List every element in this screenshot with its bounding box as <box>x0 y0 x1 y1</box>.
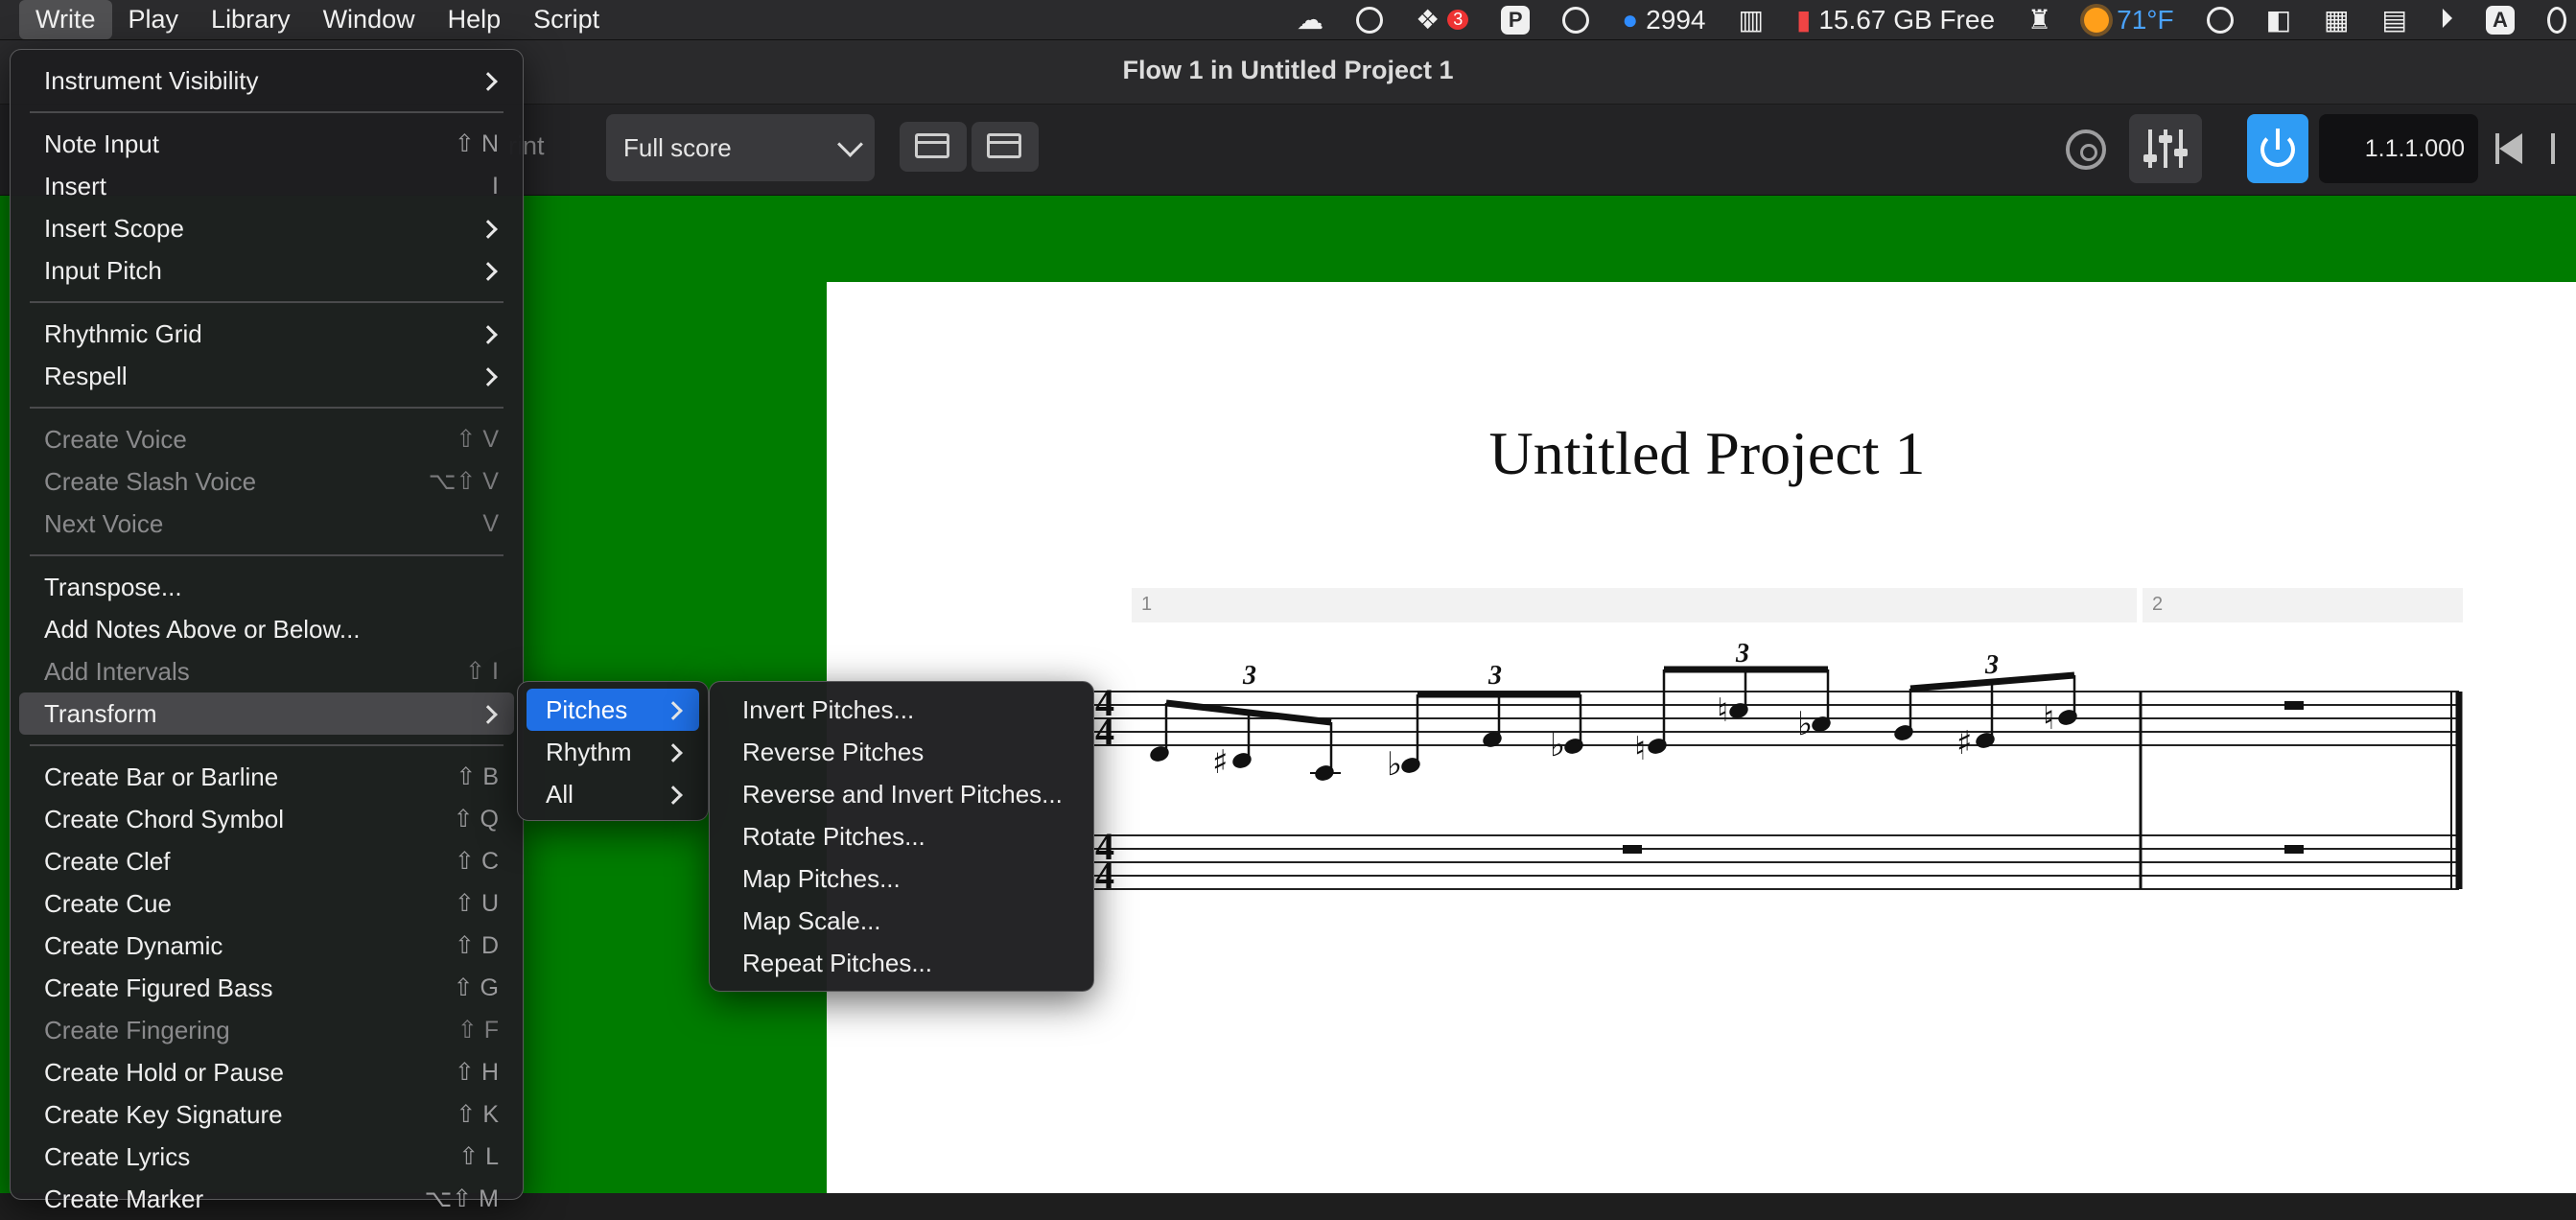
noteheads <box>1150 703 2077 781</box>
svg-text:♯: ♯ <box>1212 743 1228 782</box>
svg-text:♭: ♭ <box>1550 726 1565 764</box>
beams <box>1165 666 2075 726</box>
chevron-right-icon <box>664 786 683 805</box>
chevron-right-icon <box>479 367 498 387</box>
chevron-right-icon <box>479 220 498 239</box>
svg-text:♯: ♯ <box>1956 724 1972 762</box>
chevron-right-icon <box>479 72 498 91</box>
menu-item-create-voice: Create Voice ⇧ V <box>44 425 499 454</box>
svg-text:3: 3 <box>1984 650 1999 680</box>
menu-item-create-key-signature[interactable]: Create Key Signature ⇧ K <box>19 1093 514 1136</box>
svg-text:♮: ♮ <box>2043 699 2054 738</box>
menu-item-transpose[interactable]: Transpose... <box>19 566 514 608</box>
svg-text:♮: ♮ <box>1634 730 1646 768</box>
menu-item-create-slash-voice: Create Slash Voice ⌥⇧ V <box>44 467 499 496</box>
time-signatures: 44 44 <box>1095 681 1114 897</box>
menu-item-next-voice: Next Voice V <box>44 509 499 538</box>
menu-item-create-fingering: Create Fingering ⇧ F <box>44 1016 499 1044</box>
svg-text:3: 3 <box>1735 639 1749 669</box>
svg-text:♭: ♭ <box>1387 745 1402 784</box>
menu-item-invert-pitches[interactable]: Invert Pitches... <box>718 689 1085 731</box>
menu-item-create-chord-symbol[interactable]: Create Chord Symbol ⇧ Q <box>19 798 514 840</box>
menu-item-note-input[interactable]: Note Input ⇧ N <box>19 123 514 165</box>
menu-item-map-scale[interactable]: Map Scale... <box>718 900 1085 942</box>
chevron-right-icon <box>664 701 683 720</box>
menu-item-pitches[interactable]: Pitches <box>527 689 699 731</box>
menu-separator <box>30 407 503 409</box>
menu-item-add-intervals: Add Intervals ⇧ I <box>44 657 499 686</box>
menu-item-create-lyrics[interactable]: Create Lyrics ⇧ L <box>19 1136 514 1178</box>
menu-separator <box>30 301 503 303</box>
menu-item-create-bar[interactable]: Create Bar or Barline ⇧ B <box>19 756 514 798</box>
chevron-right-icon <box>479 325 498 344</box>
menu-item-map-pitches[interactable]: Map Pitches... <box>718 857 1085 900</box>
menu-item-rhythm[interactable]: Rhythm <box>527 731 699 773</box>
chevron-right-icon <box>664 743 683 762</box>
write-menu: Instrument Visibility Note Input ⇧ N Inse… <box>10 49 524 1213</box>
menu-item-all[interactable]: All <box>527 773 699 815</box>
menu-separator <box>30 111 503 113</box>
menu-item-add-notes[interactable]: Add Notes Above or Below... <box>19 608 514 650</box>
menu-item-input-pitch[interactable]: Input Pitch <box>19 249 514 292</box>
svg-text:3: 3 <box>1242 661 1256 691</box>
menu-item-transform[interactable]: Transform <box>19 692 514 735</box>
svg-text:♭: ♭ <box>1797 705 1813 743</box>
menu-item-create-hold[interactable]: Create Hold or Pause ⇧ H <box>19 1051 514 1093</box>
menu-item-create-dynamic[interactable]: Create Dynamic ⇧ D <box>19 925 514 967</box>
menu-item-repeat-pitches[interactable]: Repeat Pitches... <box>718 942 1085 984</box>
menu-item-insert-scope[interactable]: Insert Scope <box>19 207 514 249</box>
menu-item-instrument-visibility[interactable]: Instrument Visibility <box>19 59 514 102</box>
menu-item-create-figured-bass[interactable]: Create Figured Bass ⇧ G <box>19 967 514 1009</box>
svg-text:4: 4 <box>1095 854 1114 897</box>
svg-text:4: 4 <box>1095 710 1114 753</box>
svg-text:♮: ♮ <box>1717 692 1728 730</box>
menu-item-rhythmic-grid[interactable]: Rhythmic Grid <box>19 313 514 355</box>
svg-text:3: 3 <box>1487 661 1502 691</box>
menu-item-create-cue[interactable]: Create Cue ⇧ U <box>19 882 514 925</box>
menu-item-reverse-invert-pitches[interactable]: Reverse and Invert Pitches... <box>718 773 1085 815</box>
chevron-right-icon <box>479 705 498 724</box>
menu-item-respell[interactable]: Respell <box>19 355 514 397</box>
transform-submenu: Pitches Rhythm All <box>517 681 709 821</box>
menu-item-insert[interactable]: Insert I <box>19 165 514 207</box>
chevron-right-icon <box>479 262 498 281</box>
menu-item-create-marker[interactable]: Create Marker ⌥⇧ M <box>19 1178 514 1220</box>
staff-lower <box>1093 834 2459 890</box>
menu-item-rotate-pitches[interactable]: Rotate Pitches... <box>718 815 1085 857</box>
tuplet-numbers: 3 3 3 3 <box>1242 639 1999 691</box>
menu-item-create-clef[interactable]: Create Clef ⇧ C <box>19 840 514 882</box>
menu-separator <box>30 554 503 556</box>
menu-separator <box>30 744 503 746</box>
menu-item-reverse-pitches[interactable]: Reverse Pitches <box>718 731 1085 773</box>
barlines <box>2139 692 2463 889</box>
pitches-submenu: Invert Pitches... Reverse Pitches Revers… <box>709 681 1094 992</box>
